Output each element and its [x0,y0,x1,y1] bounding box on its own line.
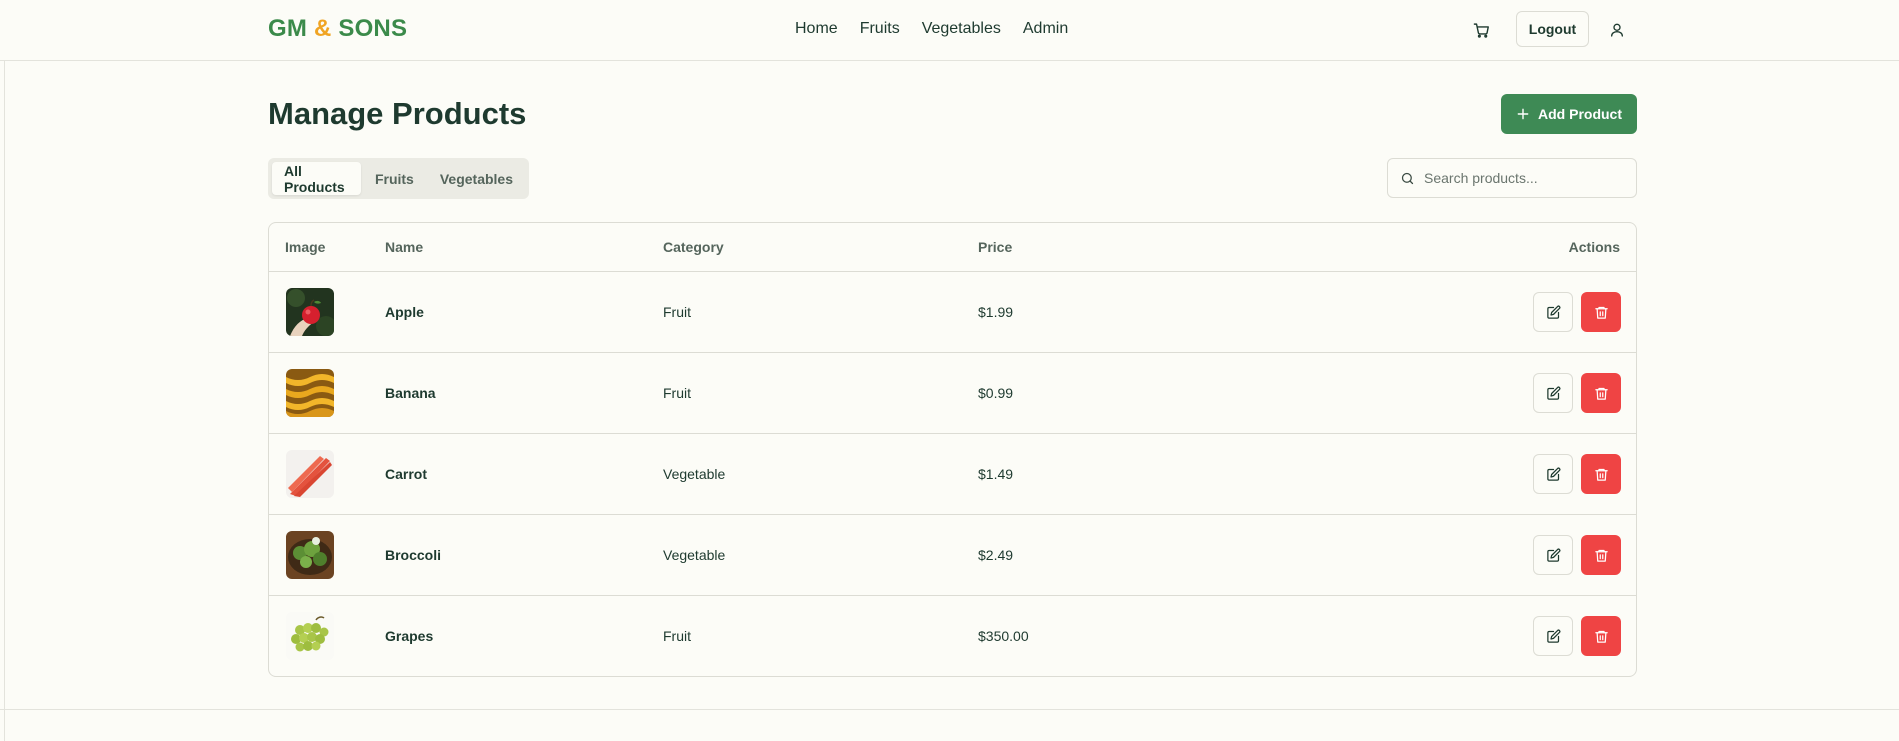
trash-icon [1594,630,1608,643]
search-box [1387,158,1637,198]
edit-icon [1546,305,1560,319]
edit-icon [1546,629,1560,643]
table-row: Banana Fruit $0.99 [269,353,1636,434]
table-row: Broccoli Vegetable $2.49 [269,515,1636,596]
delete-button[interactable] [1581,454,1621,494]
product-price: $1.99 [978,304,1014,320]
product-name: Grapes [385,628,434,644]
column-header-actions: Actions [1568,239,1620,255]
search-icon [1400,170,1416,186]
delete-button[interactable] [1581,373,1621,413]
product-image-grapes [286,612,334,660]
navbar: GM & SONS Home Fruits Vegetables Admin L… [0,0,1899,61]
plus-icon [1517,108,1529,120]
logout-button[interactable]: Logout [1516,11,1589,47]
product-image-carrot [286,450,334,498]
trash-icon [1594,549,1608,562]
main-nav: Home Fruits Vegetables Admin [795,20,1090,38]
nav-link-home[interactable]: Home [795,20,838,38]
brand-ampersand: & [313,15,332,42]
product-name: Carrot [385,466,428,482]
table-row: Apple Fruit $1.99 [269,272,1636,353]
page-title: Manage Products [268,96,527,131]
delete-button[interactable] [1581,292,1621,332]
product-category: Vegetable [663,466,726,482]
trash-icon [1594,468,1608,481]
edit-button[interactable] [1533,292,1573,332]
search-input[interactable] [1424,170,1624,186]
column-header-name: Name [385,239,424,255]
nav-link-admin[interactable]: Admin [1023,20,1068,38]
products-table: Image Name Category Price Actions Apple … [268,222,1637,677]
delete-button[interactable] [1581,535,1621,575]
brand-part2: SONS [338,15,408,42]
add-product-button[interactable]: Add Product [1501,94,1637,134]
edit-icon [1546,386,1560,400]
table-header: Image Name Category Price Actions [269,223,1636,272]
tab-vegetables[interactable]: Vegetables [428,162,525,195]
product-image-banana [286,369,334,417]
edit-button[interactable] [1533,535,1573,575]
product-category: Fruit [663,628,691,644]
product-price: $350.00 [978,628,1029,644]
brand-part1: GM [268,15,308,42]
cart-icon [1473,22,1489,38]
product-category: Fruit [663,385,691,401]
edit-icon [1546,467,1560,481]
trash-icon [1594,387,1608,400]
category-tabs: All Products Fruits Vegetables [268,158,529,199]
product-name: Apple [385,304,424,320]
user-menu-button[interactable] [1606,19,1628,41]
product-name: Banana [385,385,436,401]
edit-button[interactable] [1533,454,1573,494]
product-price: $1.49 [978,466,1014,482]
add-product-label: Add Product [1538,106,1622,122]
table-row: Grapes Fruit $350.00 [269,596,1636,676]
brand-logo[interactable]: GM & SONS [268,15,407,43]
trash-icon [1594,306,1608,319]
page-left-border [4,0,5,741]
column-header-category: Category [663,239,724,255]
column-header-price: Price [978,239,1013,255]
tab-fruits[interactable]: Fruits [363,162,426,195]
product-category: Fruit [663,304,691,320]
nav-link-fruits[interactable]: Fruits [860,20,900,38]
footer-divider [0,709,1899,710]
edit-button[interactable] [1533,616,1573,656]
product-name: Broccoli [385,547,442,563]
edit-icon [1546,548,1560,562]
edit-button[interactable] [1533,373,1573,413]
user-icon [1611,23,1623,37]
product-price: $0.99 [978,385,1014,401]
tab-all-products[interactable]: All Products [272,162,361,195]
product-image-broccoli [286,531,334,579]
delete-button[interactable] [1581,616,1621,656]
column-header-image: Image [285,239,326,255]
product-category: Vegetable [663,547,726,563]
product-price: $2.49 [978,547,1014,563]
cart-button[interactable] [1470,19,1492,41]
table-row: Carrot Vegetable $1.49 [269,434,1636,515]
nav-link-vegetables[interactable]: Vegetables [922,20,1001,38]
product-image-apple [286,288,334,336]
